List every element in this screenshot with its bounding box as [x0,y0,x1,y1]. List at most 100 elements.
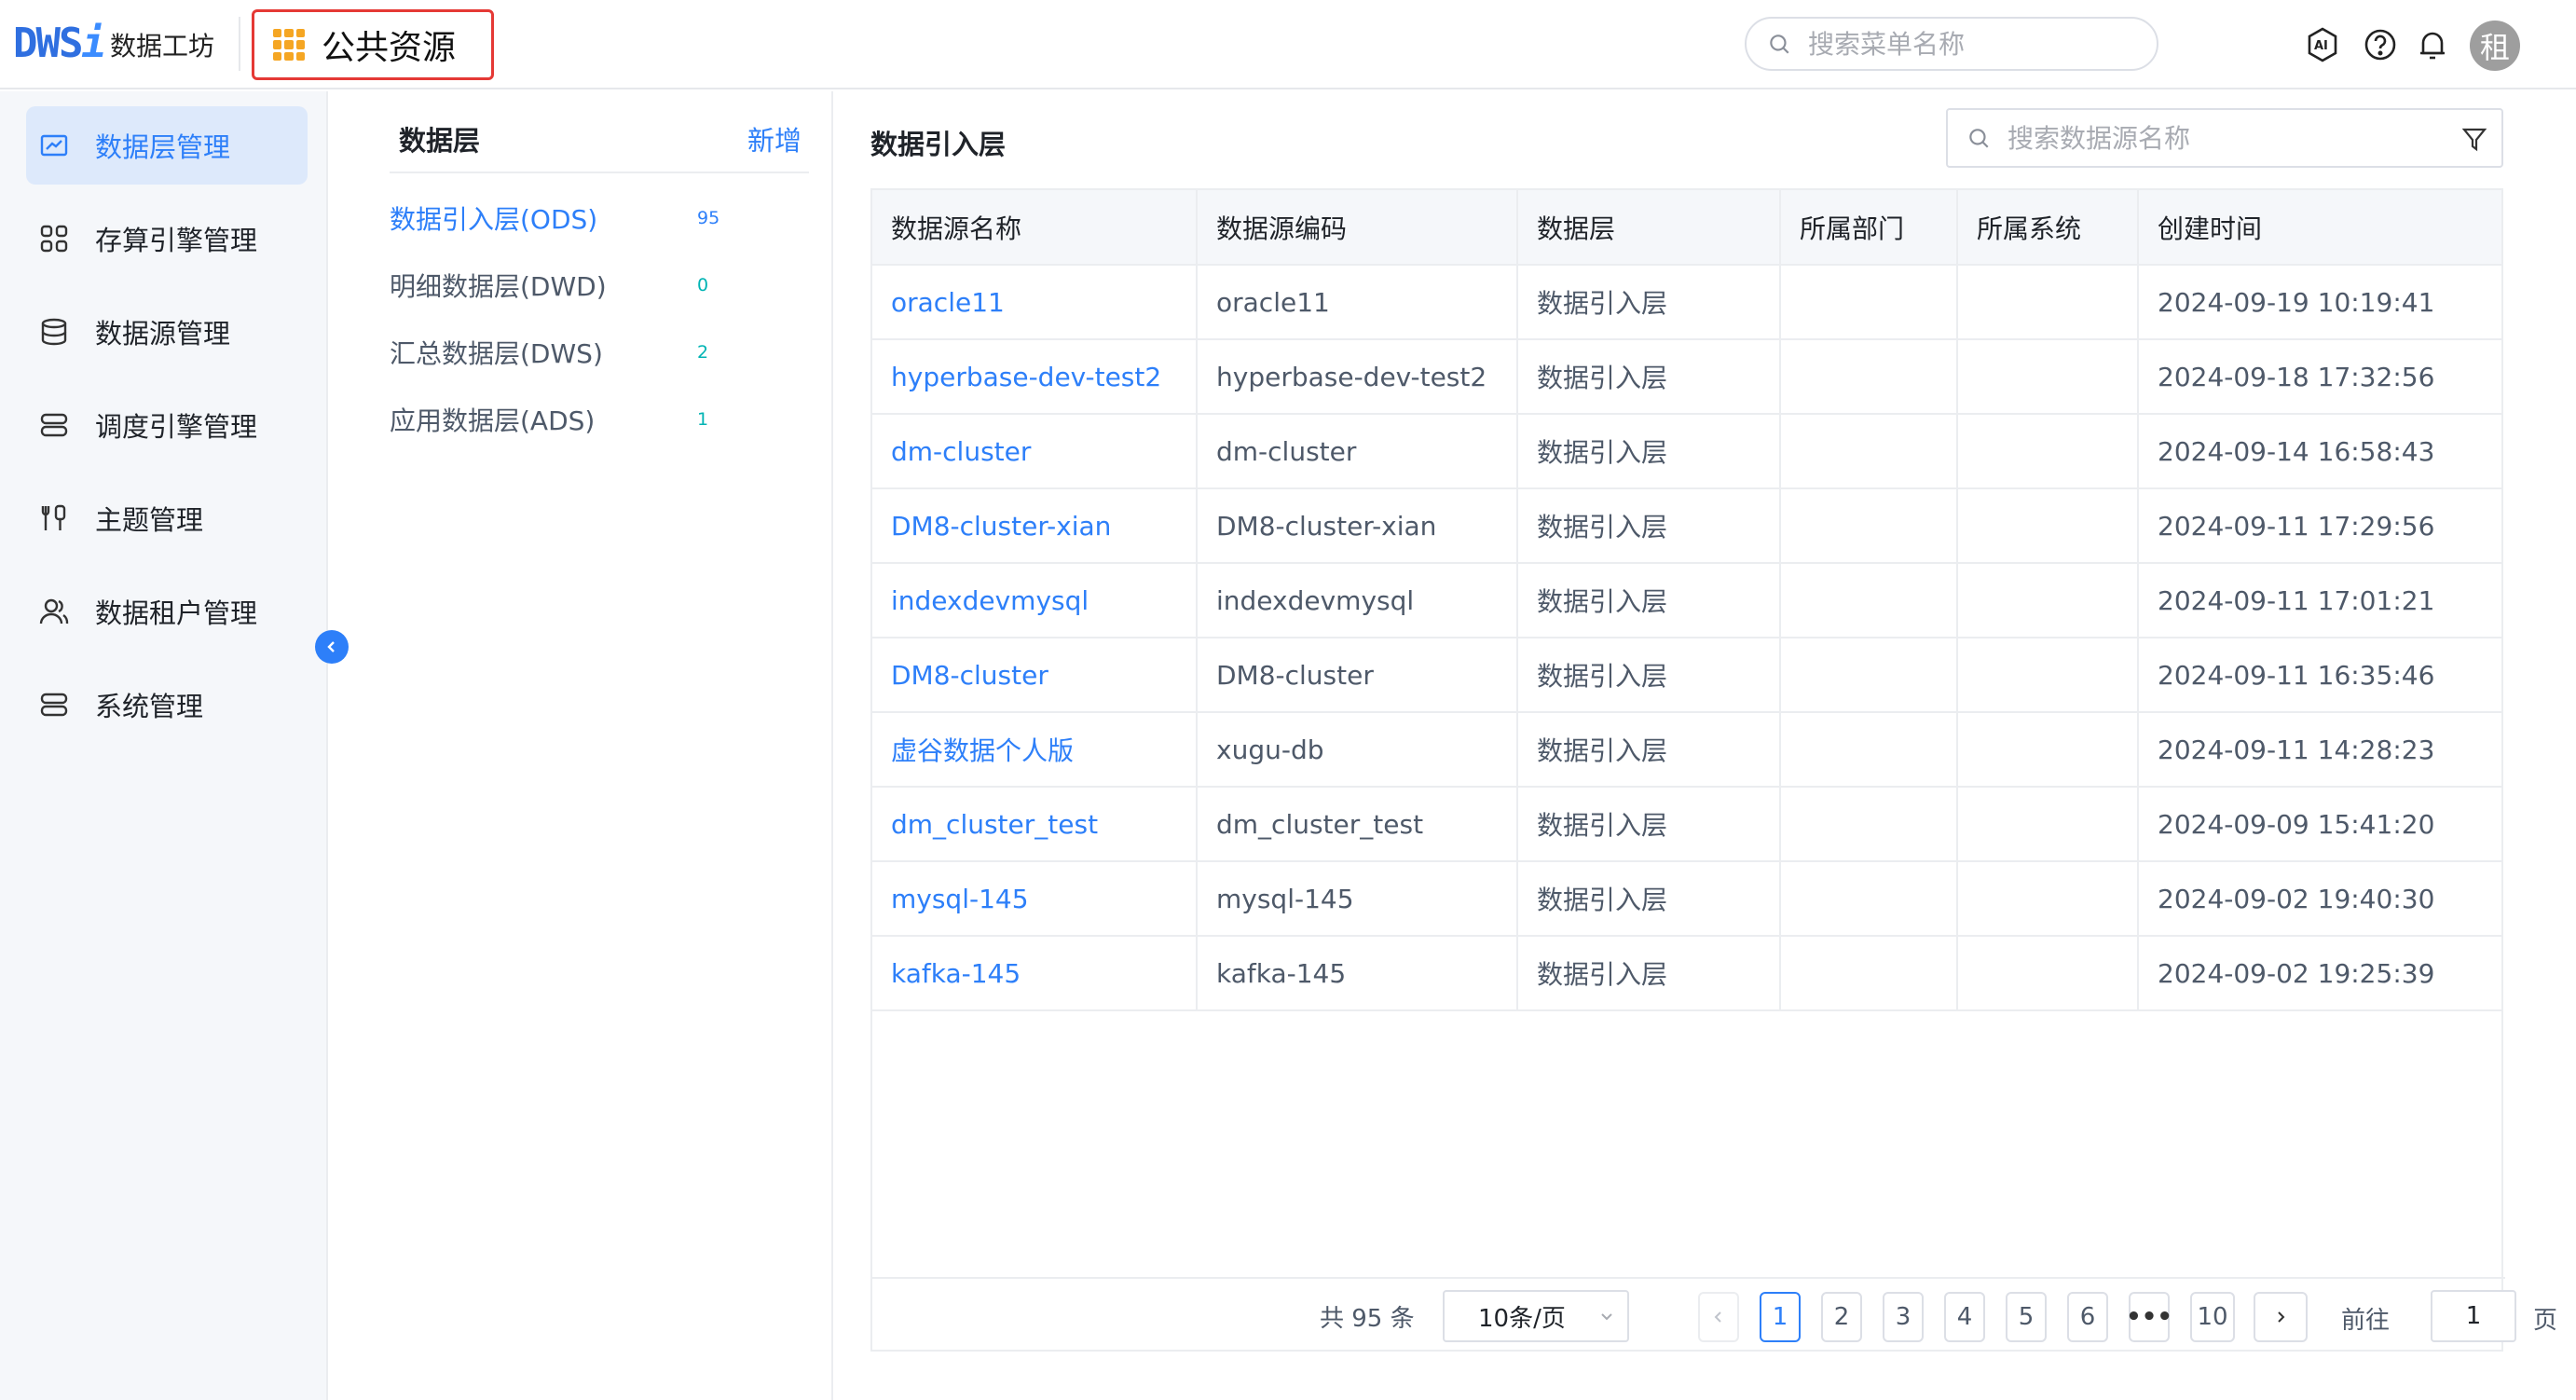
data-layer-cell: 数据引入层 [1517,563,1781,638]
public-resources-button[interactable]: 公共资源 [252,9,494,80]
layer-count: 1 [697,409,709,430]
table-row: dm-cluster dm-cluster 数据引入层 2024-09-14 16:5… [872,414,2501,489]
datasource-name-link[interactable]: indexdevmysql [872,563,1198,638]
page-button-1[interactable]: 1 [1760,1292,1801,1342]
data-layer-cell: 数据引入层 [1517,488,1781,564]
datasource-code: DM8-cluster [1197,638,1518,713]
layer-item-dwd[interactable]: 明细数据层(DWD) 0 [390,257,874,313]
department-cell [1780,488,1958,564]
ai-icon[interactable]: AI [2304,26,2341,63]
top-header: DWSi 数据工坊 公共资源 AI 租 [0,0,2576,89]
layer-item-ods[interactable]: 数据引入层(ODS) 95 [390,190,874,246]
data-layer-cell: 数据引入层 [1517,787,1781,862]
datasource-name-link[interactable]: 虚谷数据个人版 [872,712,1198,788]
datasource-name-link[interactable]: dm_cluster_test [872,787,1198,862]
department-cell [1780,638,1958,713]
grid-apps-icon [40,225,68,253]
table-row: indexdevmysql indexdevmysql 数据引入层 2024-09-1… [872,563,2501,638]
datasource-code: DM8-cluster-xian [1197,488,1518,564]
created-time-cell: 2024-09-11 17:01:21 [2138,563,2501,638]
bell-icon[interactable] [2414,26,2451,63]
datasource-name-link[interactable]: mysql-145 [872,861,1198,937]
layer-count: 0 [697,275,709,295]
help-icon[interactable] [2362,26,2399,63]
layer-item-ads[interactable]: 应用数据层(ADS) 1 [390,391,874,447]
created-time-cell: 2024-09-19 10:19:41 [2138,265,2501,340]
table-row: oracle11 oracle11 数据引入层 2024-09-19 10:19:41 [872,265,2501,340]
page-button-5[interactable]: 5 [2006,1292,2047,1342]
datasource-search-input[interactable] [2007,122,2436,154]
sidebar-item-topic[interactable]: 主题管理 [26,479,308,557]
prev-page-button[interactable] [1698,1292,1739,1342]
system-cell [1957,265,2139,340]
datasource-name-link[interactable]: hyperbase-dev-test2 [872,339,1198,415]
sidebar-item-datasource[interactable]: 数据源管理 [26,293,308,371]
system-cell [1957,414,2139,489]
system-cell [1957,339,2139,415]
page-button-4[interactable]: 4 [1944,1292,1985,1342]
goto-page-input[interactable] [2431,1290,2516,1342]
layer-item-dws[interactable]: 汇总数据层(DWS) 2 [390,324,874,380]
datasource-table: 数据源名称 数据源编码 数据层 所属部门 所属系统 创建时间 oracle11 o… [870,188,2557,1352]
column-header: 数据源名称 [872,190,1198,266]
page-ellipsis-button[interactable]: ••• [2126,1292,2172,1342]
goto-label: 前往 [2341,1307,2391,1335]
datasource-name-link[interactable]: DM8-cluster [872,638,1198,713]
filter-icon[interactable] [2460,125,2488,153]
layer-count: 2 [697,342,709,363]
table-row: kafka-145 kafka-145 数据引入层 2024-09-02 19:25:… [872,936,2501,1011]
datasource-code: kafka-145 [1197,936,1518,1011]
user-avatar[interactable]: 租 [2470,21,2520,71]
search-icon [1969,129,1989,148]
page-size-value: 10条/页 [1478,1304,1566,1333]
datasource-name-link[interactable]: DM8-cluster-xian [872,488,1198,564]
logo-text: 数据工坊 [109,31,214,62]
sidebar-item-scheduler[interactable]: 调度引擎管理 [26,386,308,464]
chevron-down-icon [1601,1313,1612,1321]
column-header: 所属部门 [1780,190,1958,266]
sidebar-collapse-button[interactable] [315,630,349,664]
system-cell [1957,638,2139,713]
datasource-name-link[interactable]: oracle11 [872,265,1198,340]
header-divider [239,17,240,71]
datasource-name-link[interactable]: kafka-145 [872,936,1198,1011]
created-time-cell: 2024-09-18 17:32:56 [2138,339,2501,415]
page-button-2[interactable]: 2 [1821,1292,1862,1342]
page-button-3[interactable]: 3 [1883,1292,1924,1342]
public-resources-label: 公共资源 [322,29,457,67]
created-time-cell: 2024-09-14 16:58:43 [2138,414,2501,489]
department-cell [1780,936,1958,1011]
page-button-10[interactable]: 10 [2190,1292,2235,1342]
datasource-name-link[interactable]: dm-cluster [872,414,1198,489]
sidebar: 数据层管理 存算引擎管理 数据源管理 调度引擎管理 主题管理 数据租户管理 系统… [0,91,328,1400]
chevron-left-icon [327,641,335,652]
layer-name: 明细数据层(DWD) [390,271,607,302]
menu-search-box[interactable] [1745,17,2158,71]
datasource-code: indexdevmysql [1197,563,1518,638]
data-layer-cell: 数据引入层 [1517,414,1781,489]
sidebar-item-label: 数据层管理 [95,131,231,163]
sidebar-item-system[interactable]: 系统管理 [26,666,308,744]
sidebar-item-label: 系统管理 [95,691,204,722]
next-page-button[interactable] [2254,1292,2308,1342]
server-icon [40,413,68,437]
department-cell [1780,339,1958,415]
created-time-cell: 2024-09-11 14:28:23 [2138,712,2501,788]
add-layer-button[interactable]: 新增 [747,119,802,158]
users-icon [39,598,69,625]
department-cell [1780,414,1958,489]
datasource-search-box[interactable] [1946,108,2503,168]
sidebar-item-tenant[interactable]: 数据租户管理 [26,572,308,651]
page-size-select[interactable]: 10条/页 [1443,1290,1629,1342]
sidebar-item-data-layer[interactable]: 数据层管理 [26,106,308,185]
department-cell [1780,563,1958,638]
system-cell [1957,861,2139,937]
sidebar-item-engine[interactable]: 存算引擎管理 [26,199,308,278]
app-logo[interactable]: DWSi 数据工坊 [13,17,214,67]
sidebar-item-label: 数据租户管理 [95,597,258,629]
page-button-6[interactable]: 6 [2067,1292,2108,1342]
menu-search-input[interactable] [1808,28,2125,60]
datasource-code: oracle11 [1197,265,1518,340]
sidebar-item-label: 数据源管理 [95,318,231,350]
data-layer-panel: 数据层 新增 数据引入层(ODS) 95 明细数据层(DWD) 0 汇总数据层(… [330,91,874,1400]
